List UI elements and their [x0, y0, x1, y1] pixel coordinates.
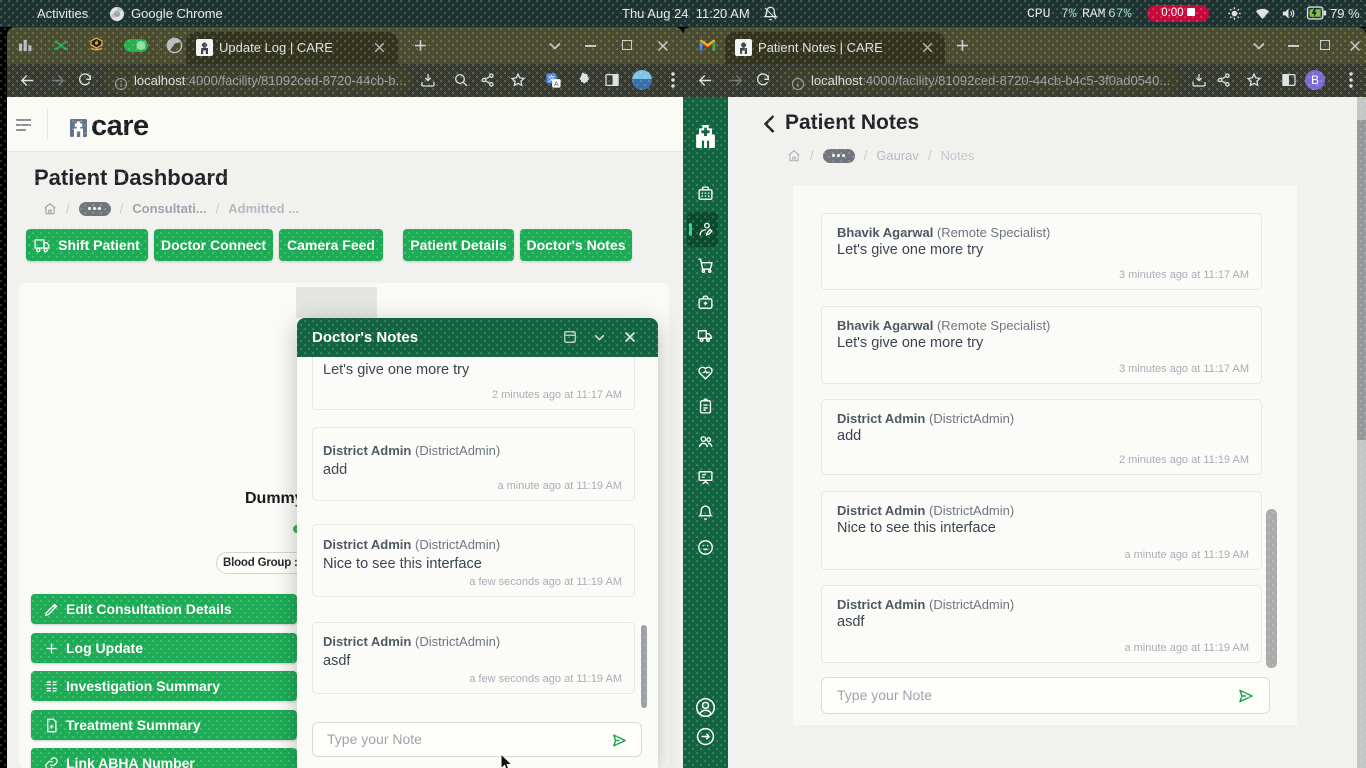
svg-text:A: A — [554, 81, 559, 88]
